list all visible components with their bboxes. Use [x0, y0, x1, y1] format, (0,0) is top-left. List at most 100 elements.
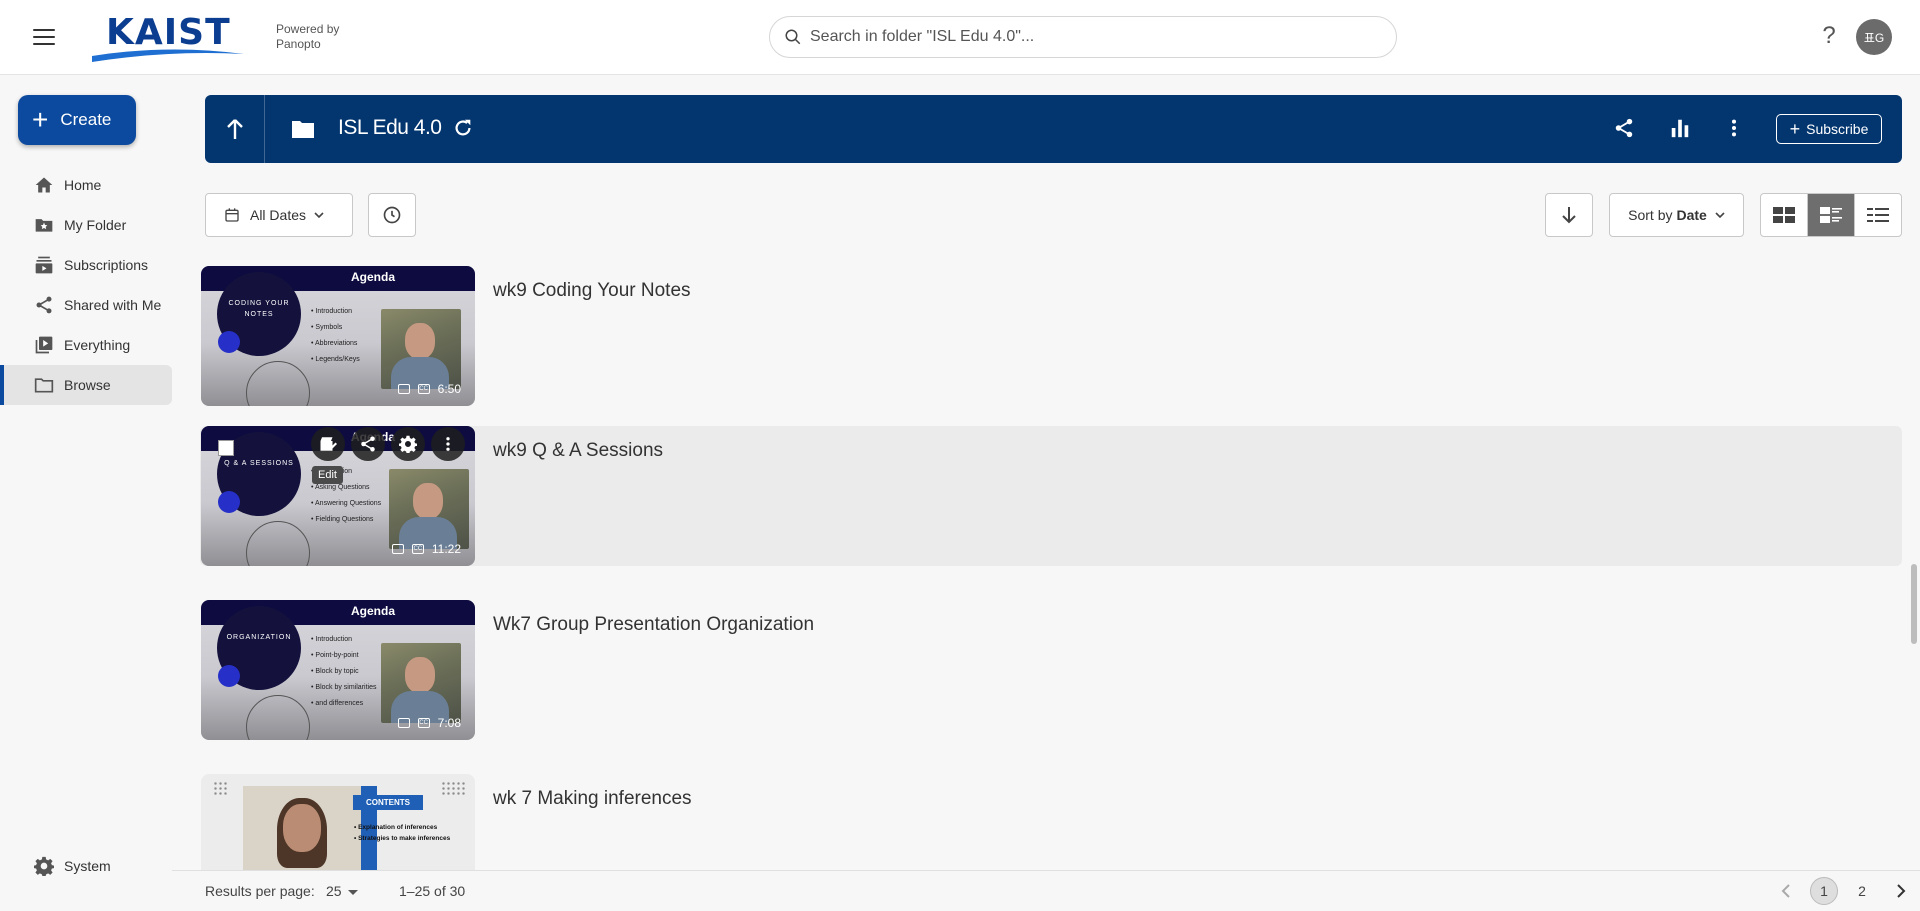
- list-item[interactable]: Agenda Q & A SESSIONS Introduction Askin…: [200, 426, 1902, 566]
- detail-view-button[interactable]: [1808, 194, 1855, 236]
- sidebar-item-label: Home: [64, 177, 102, 193]
- view-toggle: [1760, 193, 1902, 237]
- grid-view-icon: [1773, 207, 1795, 223]
- thumb-dots: [213, 781, 229, 795]
- thumb-dot: [218, 491, 240, 513]
- system-label: System: [64, 858, 111, 874]
- grid-view-button[interactable]: [1761, 194, 1808, 236]
- home-icon: [35, 177, 53, 193]
- share-button[interactable]: [351, 427, 385, 461]
- thumb-circle-label: Q & A SESSIONS: [224, 460, 294, 467]
- session-title[interactable]: wk9 Q & A Sessions: [493, 440, 663, 462]
- sidebar-item-browse[interactable]: Browse: [0, 365, 172, 405]
- powered-line1: Powered by: [276, 22, 340, 36]
- list-item[interactable]: Agenda CODING YOUR NOTES Introduction Sy…: [200, 266, 1902, 406]
- more-vert-icon[interactable]: [1723, 117, 1745, 139]
- page-2-button[interactable]: 2: [1848, 877, 1876, 905]
- arrow-down-icon: [1562, 207, 1576, 224]
- thumb-bullet: Strategies to make inferences: [354, 833, 450, 844]
- scrollbar[interactable]: [1911, 564, 1917, 644]
- kaist-logo[interactable]: KAIST: [92, 12, 244, 62]
- list-view-icon: [1867, 208, 1889, 222]
- recent-filter-button[interactable]: [368, 193, 416, 237]
- chevron-right-icon[interactable]: [1895, 881, 1907, 901]
- session-thumbnail[interactable]: Agenda Q & A SESSIONS Introduction Askin…: [201, 426, 475, 566]
- edit-button[interactable]: [311, 427, 345, 461]
- calendar-icon: [225, 208, 239, 222]
- sidebar-item-home[interactable]: Home: [0, 165, 172, 205]
- sidebar-nav: Home My Folder Subscriptions Shared with…: [0, 165, 172, 405]
- session-title[interactable]: wk 7 Making inferences: [493, 788, 692, 810]
- folder-icon: [292, 121, 314, 138]
- captions-icon: CC: [411, 544, 424, 554]
- powered-line2: Panopto: [276, 37, 321, 51]
- thumb-meta: CC 7:08: [397, 716, 461, 730]
- folder-title: ISL Edu 4.0: [338, 116, 442, 139]
- chevron-left-icon[interactable]: [1780, 881, 1792, 901]
- list-view-button[interactable]: [1855, 194, 1901, 236]
- list-item[interactable]: Agenda ORGANIZATION Introduction Point-b…: [200, 600, 1902, 740]
- thumb-bullet: Block by similarities: [311, 680, 376, 696]
- avatar[interactable]: 표G: [1856, 19, 1892, 55]
- more-options-button[interactable]: [431, 427, 465, 461]
- sidebar-item-label: Shared with Me: [64, 297, 162, 313]
- thumb-bullet: Introduction: [311, 304, 360, 320]
- subscriptions-icon: [35, 256, 53, 274]
- sidebar-item-shared[interactable]: Shared with Me: [0, 285, 172, 325]
- presenter-video: [381, 309, 461, 389]
- arrow-up-icon: [226, 119, 243, 139]
- session-thumbnail[interactable]: Agenda ORGANIZATION Introduction Point-b…: [201, 600, 475, 740]
- select-checkbox[interactable]: [218, 440, 234, 456]
- thumb-ring: [246, 361, 310, 406]
- sort-by-button[interactable]: Sort by Date: [1609, 193, 1744, 237]
- session-title[interactable]: wk9 Coding Your Notes: [493, 280, 691, 302]
- help-icon[interactable]: ?: [1817, 22, 1841, 50]
- thumb-bullet: Point-by-point: [311, 648, 376, 664]
- parent-folder-button[interactable]: [205, 95, 265, 163]
- sort-direction-button[interactable]: [1545, 193, 1593, 237]
- duration: 11:22: [431, 542, 461, 556]
- multi-stream-icon: [397, 384, 410, 394]
- sidebar-item-everything[interactable]: Everything: [0, 325, 172, 365]
- sidebar-item-label: Subscriptions: [64, 257, 149, 273]
- thumb-heading: CONTENTS: [353, 795, 423, 810]
- date-filter-button[interactable]: All Dates: [205, 193, 353, 237]
- share-icon[interactable]: [1613, 117, 1635, 139]
- top-bar: KAIST Powered by Panopto ? 표G: [0, 0, 1920, 75]
- thumb-bullet: Block by topic: [311, 664, 376, 680]
- sort-prefix: Sort by: [1628, 207, 1673, 223]
- pagination-bar: Results per page: 25 1–25 of 30 1 2: [172, 870, 1920, 911]
- session-title[interactable]: Wk7 Group Presentation Organization: [493, 614, 814, 636]
- results-per-page-select[interactable]: 25: [326, 883, 358, 899]
- sort-value: Date: [1676, 207, 1707, 223]
- thumb-circle-label: CODING YOUR NOTES: [228, 300, 290, 318]
- search-box[interactable]: [769, 16, 1397, 58]
- settings-button[interactable]: [391, 427, 425, 461]
- session-thumbnail[interactable]: Agenda CODING YOUR NOTES Introduction Sy…: [201, 266, 475, 406]
- share-icon: [361, 436, 375, 452]
- sidebar-item-system[interactable]: System: [34, 856, 111, 876]
- refresh-icon[interactable]: [452, 117, 474, 139]
- page-1-button[interactable]: 1: [1810, 877, 1838, 905]
- session-thumbnail[interactable]: CONTENTS Explanation of inferences Strat…: [201, 774, 475, 870]
- thumb-bullet: Fielding Questions: [311, 512, 381, 528]
- create-label: Create: [60, 110, 112, 129]
- thumb-bullet: Abbreviations: [311, 336, 360, 352]
- stats-icon[interactable]: [1669, 117, 1691, 139]
- captions-icon: CC: [417, 718, 430, 728]
- subscribe-button[interactable]: + Subscribe: [1776, 114, 1882, 144]
- thumb-bullets: Explanation of inferences Strategies to …: [354, 822, 450, 844]
- menu-icon[interactable]: [28, 26, 60, 48]
- create-button[interactable]: + Create: [18, 95, 136, 145]
- sidebar-item-subscriptions[interactable]: Subscriptions: [0, 245, 172, 285]
- session-list: Agenda CODING YOUR NOTES Introduction Sy…: [200, 266, 1902, 870]
- sidebar-item-my-folder[interactable]: My Folder: [0, 205, 172, 245]
- list-item[interactable]: CONTENTS Explanation of inferences Strat…: [200, 774, 1902, 870]
- edit-tooltip: Edit: [312, 466, 343, 484]
- folder-star-icon: [35, 219, 53, 232]
- thumb-heading: Agenda: [351, 604, 396, 618]
- search-input[interactable]: [810, 28, 1370, 46]
- more-vert-icon: [446, 437, 450, 451]
- presenter-face: [283, 804, 321, 852]
- thumb-heading: Agenda: [351, 270, 396, 284]
